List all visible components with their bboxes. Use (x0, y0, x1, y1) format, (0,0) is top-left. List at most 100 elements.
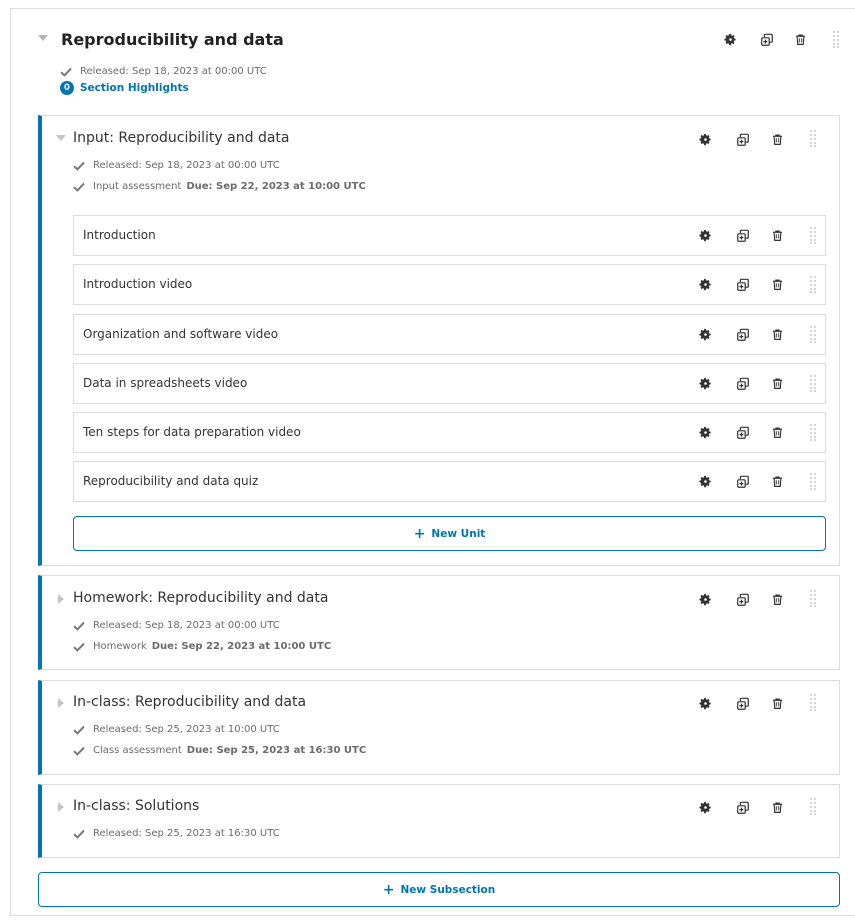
unit-title[interactable]: Data in spreadsheets video (83, 376, 247, 390)
plus-icon: + (413, 525, 426, 542)
section-highlights-link[interactable]: 0 Section Highlights (60, 81, 189, 95)
trash-icon[interactable] (771, 475, 785, 489)
unit-title[interactable]: Organization and software video (83, 327, 278, 341)
new-subsection-button[interactable]: + New Subsection (38, 872, 840, 907)
trash-icon[interactable] (794, 33, 808, 47)
drag-handle-icon[interactable] (832, 30, 840, 48)
drag-handle-icon[interactable] (809, 423, 817, 441)
section-release-status: Released: Sep 18, 2023 at 00:00 UTC (60, 66, 267, 77)
new-unit-label: New Unit (431, 527, 486, 540)
drag-handle-icon[interactable] (809, 589, 817, 607)
section-title[interactable]: Reproducibility and data (61, 30, 284, 49)
trash-icon[interactable] (771, 697, 785, 711)
drag-handle-icon[interactable] (809, 797, 817, 815)
release-text: Released: Sep 18, 2023 at 00:00 UTC (93, 160, 280, 171)
highlights-label: Section Highlights (80, 82, 189, 94)
gear-icon[interactable] (699, 593, 713, 607)
caret-right-icon[interactable] (58, 802, 64, 812)
subsection-title[interactable]: In-class: Reproducibility and data (73, 694, 306, 710)
duplicate-icon[interactable] (736, 377, 750, 391)
new-unit-button[interactable]: + New Unit (73, 516, 826, 551)
drag-handle-icon[interactable] (809, 472, 817, 490)
trash-icon[interactable] (771, 377, 785, 391)
subsection-grading-status: Homework Due: Sep 22, 2023 at 10:00 UTC (73, 641, 331, 652)
duplicate-icon[interactable] (760, 33, 774, 47)
check-icon (73, 725, 85, 735)
subsection-card (38, 784, 840, 858)
trash-icon[interactable] (771, 328, 785, 342)
caret-right-icon[interactable] (58, 698, 64, 708)
gear-icon[interactable] (699, 475, 713, 489)
gear-icon[interactable] (699, 377, 713, 391)
unit-title[interactable]: Introduction (83, 228, 156, 242)
trash-icon[interactable] (771, 801, 785, 815)
duplicate-icon[interactable] (736, 801, 750, 815)
check-icon (73, 746, 85, 756)
unit-title[interactable]: Ten steps for data preparation video (83, 425, 301, 439)
gear-icon[interactable] (699, 278, 713, 292)
subsection-title[interactable]: Input: Reproducibility and data (73, 130, 289, 146)
duplicate-icon[interactable] (736, 278, 750, 292)
unit-title[interactable]: Reproducibility and data quiz (83, 474, 258, 488)
due-date: Due: Sep 22, 2023 at 10:00 UTC (151, 641, 332, 652)
new-subsection-label: New Subsection (400, 883, 496, 896)
gear-icon[interactable] (699, 801, 713, 815)
drag-handle-icon[interactable] (809, 374, 817, 392)
caret-down-icon[interactable] (38, 35, 48, 41)
unit-actions (699, 475, 785, 489)
duplicate-icon[interactable] (736, 697, 750, 711)
due-date: Due: Sep 22, 2023 at 10:00 UTC (186, 181, 366, 192)
gear-icon[interactable] (699, 133, 713, 147)
check-icon (73, 642, 85, 652)
trash-icon[interactable] (771, 426, 785, 440)
subsection-release-status: Released: Sep 18, 2023 at 00:00 UTC (73, 620, 280, 631)
check-icon (73, 829, 85, 839)
unit-actions (699, 328, 785, 342)
subsection-actions (699, 801, 785, 815)
check-icon (73, 621, 85, 631)
due-date: Due: Sep 25, 2023 at 16:30 UTC (186, 745, 367, 756)
unit-actions (699, 278, 785, 292)
subsection-release-status: Released: Sep 18, 2023 at 00:00 UTC (73, 160, 280, 171)
caret-down-icon[interactable] (56, 135, 66, 141)
subsection-actions (699, 593, 785, 607)
drag-handle-icon[interactable] (809, 693, 817, 711)
unit-title[interactable]: Introduction video (83, 277, 192, 291)
release-text: Released: Sep 25, 2023 at 10:00 UTC (93, 724, 280, 735)
duplicate-icon[interactable] (736, 593, 750, 607)
subsection-grading-status: Input assessment Due: Sep 22, 2023 at 10… (73, 181, 366, 192)
unit-actions (699, 377, 785, 391)
drag-handle-icon[interactable] (809, 226, 817, 244)
trash-icon[interactable] (771, 229, 785, 243)
gear-icon[interactable] (699, 426, 713, 440)
gear-icon[interactable] (724, 33, 738, 47)
drag-handle-icon[interactable] (809, 325, 817, 343)
drag-handle-icon[interactable] (809, 275, 817, 293)
trash-icon[interactable] (771, 593, 785, 607)
duplicate-icon[interactable] (736, 229, 750, 243)
caret-right-icon[interactable] (58, 594, 64, 604)
gear-icon[interactable] (699, 229, 713, 243)
gear-icon[interactable] (699, 328, 713, 342)
check-icon (60, 67, 72, 77)
section-actions (724, 33, 808, 47)
duplicate-icon[interactable] (736, 475, 750, 489)
subsection-actions (699, 133, 785, 147)
subsection-title[interactable]: Homework: Reproducibility and data (73, 590, 328, 606)
duplicate-icon[interactable] (736, 133, 750, 147)
subsection-grading-status: Class assessment Due: Sep 25, 2023 at 16… (73, 745, 366, 756)
unit-actions (699, 229, 785, 243)
subsection-release-status: Released: Sep 25, 2023 at 10:00 UTC (73, 724, 280, 735)
duplicate-icon[interactable] (736, 426, 750, 440)
assessment-type: Homework (93, 641, 147, 652)
release-text: Released: Sep 18, 2023 at 00:00 UTC (80, 66, 267, 77)
gear-icon[interactable] (699, 697, 713, 711)
drag-handle-icon[interactable] (809, 129, 817, 147)
assessment-type: Class assessment (93, 745, 182, 756)
check-icon (73, 182, 85, 192)
trash-icon[interactable] (771, 278, 785, 292)
duplicate-icon[interactable] (736, 328, 750, 342)
plus-icon: + (382, 881, 395, 898)
trash-icon[interactable] (771, 133, 785, 147)
subsection-title[interactable]: In-class: Solutions (73, 798, 199, 814)
